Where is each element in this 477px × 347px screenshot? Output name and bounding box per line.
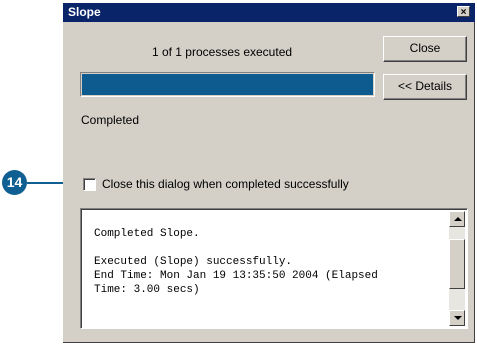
progress-bar [80, 72, 375, 97]
arrow-down-icon [454, 316, 462, 320]
progress-fill [82, 74, 373, 95]
close-when-completed-label[interactable]: Close this dialog when completed success… [102, 177, 349, 191]
log-text: Completed Slope. Executed (Slope) succes… [94, 228, 378, 296]
close-icon[interactable]: × [457, 6, 470, 18]
close-button[interactable]: Close [383, 36, 467, 62]
title-bar: Slope × [63, 3, 475, 22]
log-scrollbar[interactable] [449, 211, 465, 326]
completed-status-label: Completed [81, 113, 140, 127]
dialog-title: Slope [68, 5, 101, 19]
slope-dialog: Slope × 1 of 1 processes executed Close … [63, 3, 475, 343]
arrow-up-icon [454, 217, 462, 221]
callout-number-badge: 14 [2, 170, 27, 195]
scroll-thumb[interactable] [449, 239, 465, 289]
scroll-up-button[interactable] [449, 211, 465, 227]
details-button[interactable]: << Details [383, 74, 467, 100]
process-status-text: 1 of 1 processes executed [151, 45, 293, 59]
message-log[interactable]: Completed Slope. Executed (Slope) succes… [80, 208, 468, 329]
close-when-completed-checkbox[interactable] [83, 178, 96, 191]
scroll-down-button[interactable] [449, 310, 465, 326]
